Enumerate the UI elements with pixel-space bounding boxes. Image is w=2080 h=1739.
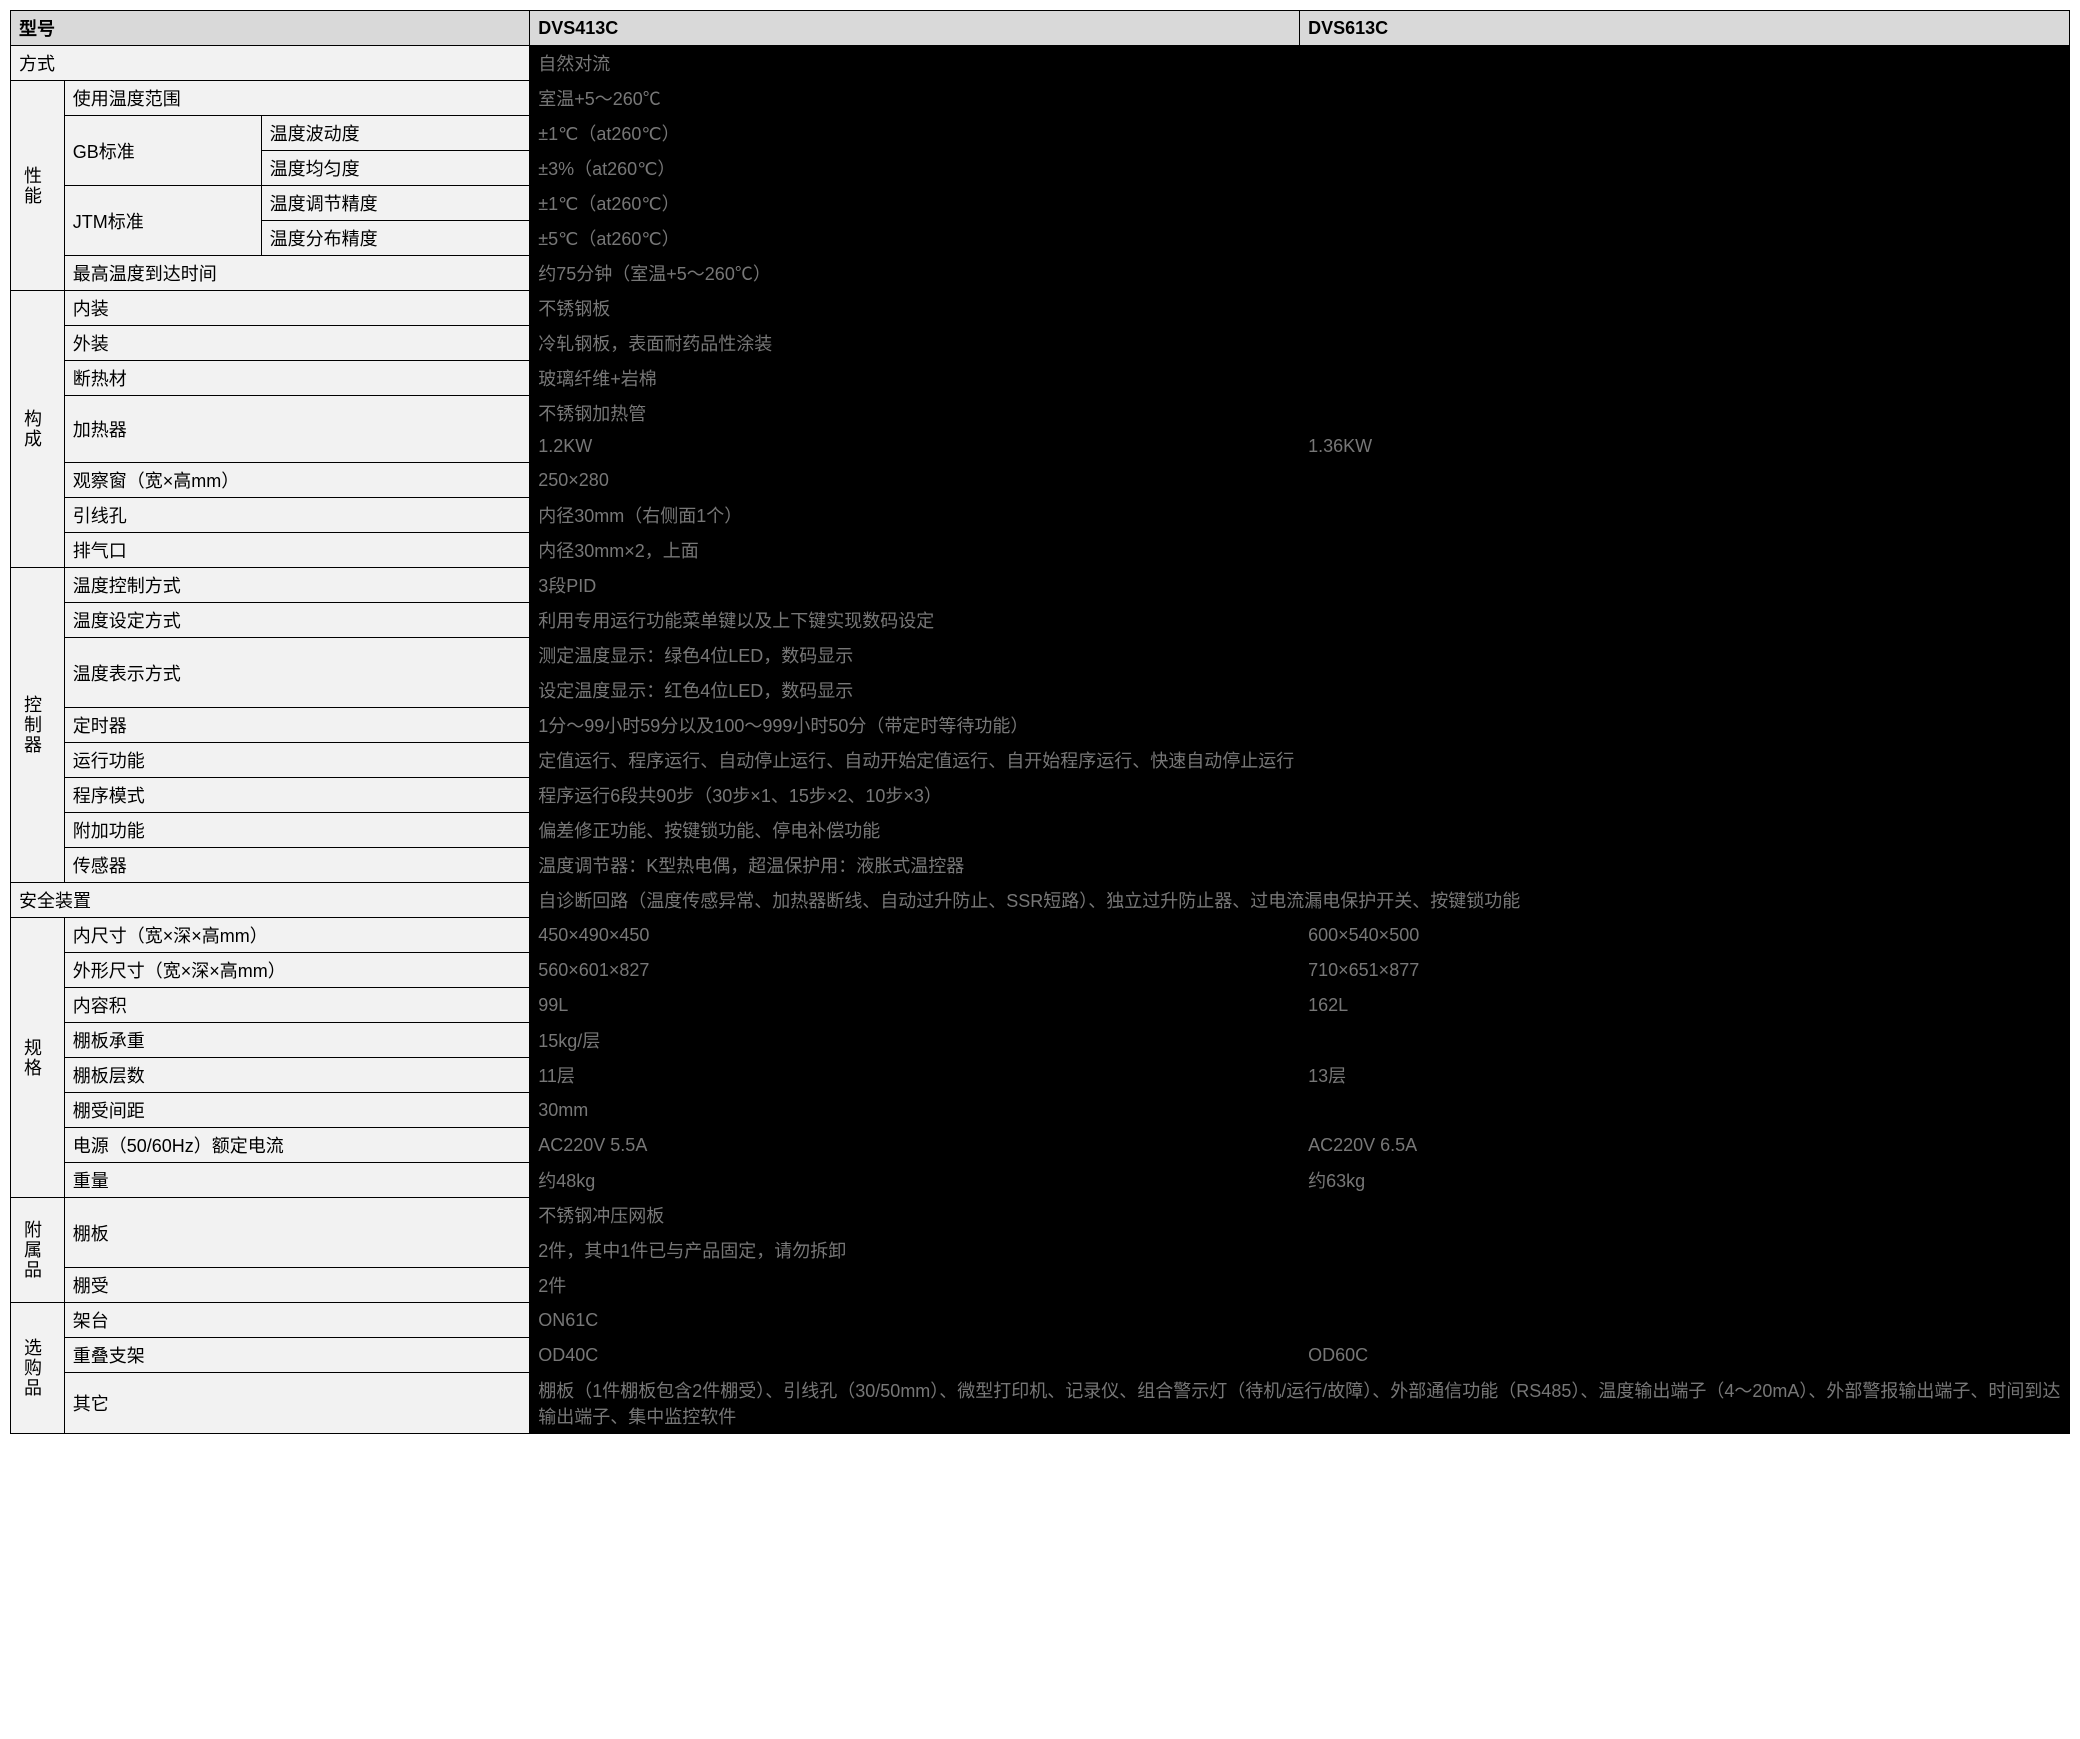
spec-vol-b: 162L bbox=[1300, 988, 2070, 1023]
spec-table: 型号 DVS413C DVS613C 方式 自然对流 性能 使用温度范围 室温+… bbox=[10, 10, 2070, 1434]
ctrl-sensor-label: 传感器 bbox=[64, 848, 530, 883]
header-col2: DVS613C bbox=[1300, 11, 2070, 46]
struct-outer-value: 冷轧钢板，表面耐药品性涂装 bbox=[530, 326, 2070, 361]
ctrl-set-label: 温度设定方式 bbox=[64, 603, 530, 638]
struct-leadhole-label: 引线孔 bbox=[64, 498, 530, 533]
struct-heater-v2a: 1.2KW bbox=[530, 431, 1300, 463]
struct-exhaust-value: 内径30mm×2，上面 bbox=[530, 533, 2070, 568]
acc-shelf-v2: 2件，其中1件已与产品固定，请勿拆卸 bbox=[530, 1233, 2070, 1268]
struct-inner-value: 不锈钢板 bbox=[530, 291, 2070, 326]
spec-outsize-b: 710×651×877 bbox=[1300, 953, 2070, 988]
spec-group: 规格 bbox=[11, 918, 65, 1198]
spec-shelfd-value: 30mm bbox=[530, 1093, 2070, 1128]
opt-stack-b: OD60C bbox=[1300, 1338, 2070, 1373]
method-value: 自然对流 bbox=[530, 46, 2070, 81]
spec-shelfn-label: 棚板层数 bbox=[64, 1058, 530, 1093]
spec-shelfw-label: 棚板承重 bbox=[64, 1023, 530, 1058]
perf-jtm-adj-value: ±1℃（at260℃） bbox=[530, 186, 2070, 221]
struct-group: 构成 bbox=[11, 291, 65, 568]
spec-insize-a: 450×490×450 bbox=[530, 918, 1300, 953]
ctrl-run-value: 定值运行、程序运行、自动停止运行、自动开始定值运行、自开始程序运行、快速自动停止… bbox=[530, 743, 2070, 778]
spec-shelfn-b: 13层 bbox=[1300, 1058, 2070, 1093]
opt-stack-a: OD40C bbox=[530, 1338, 1300, 1373]
ctrl-disp-v1: 测定温度显示：绿色4位LED，数码显示 bbox=[530, 638, 2070, 673]
opt-group: 选购品 bbox=[11, 1303, 65, 1434]
spec-weight-label: 重量 bbox=[64, 1163, 530, 1198]
struct-inner-label: 内装 bbox=[64, 291, 530, 326]
struct-heater-label: 加热器 bbox=[64, 396, 530, 463]
spec-insize-label: 内尺寸（宽×深×高mm） bbox=[64, 918, 530, 953]
ctrl-disp-v2: 设定温度显示：红色4位LED，数码显示 bbox=[530, 673, 2070, 708]
spec-shelfd-label: 棚受间距 bbox=[64, 1093, 530, 1128]
spec-outsize-label: 外形尺寸（宽×深×高mm） bbox=[64, 953, 530, 988]
perf-gb-unif-value: ±3%（at260℃） bbox=[530, 151, 2070, 186]
perf-temprange-value: 室温+5～260℃ bbox=[530, 81, 2070, 116]
acc-shelf-label: 棚板 bbox=[64, 1198, 530, 1268]
struct-outer-label: 外装 bbox=[64, 326, 530, 361]
struct-exhaust-label: 排气口 bbox=[64, 533, 530, 568]
spec-vol-a: 99L bbox=[530, 988, 1300, 1023]
ctrl-set-value: 利用专用运行功能菜单键以及上下键实现数码设定 bbox=[530, 603, 2070, 638]
header-col1: DVS413C bbox=[530, 11, 1300, 46]
spec-insize-b: 600×540×500 bbox=[1300, 918, 2070, 953]
perf-temprange-label: 使用温度范围 bbox=[64, 81, 530, 116]
spec-power-b: AC220V 6.5A bbox=[1300, 1128, 2070, 1163]
ctrl-group: 控制器 bbox=[11, 568, 65, 883]
opt-other-value: 棚板（1件棚板包含2件棚受）、引线孔（30/50mm）、微型打印机、记录仪、组合… bbox=[530, 1373, 2070, 1434]
perf-group: 性能 bbox=[11, 81, 65, 291]
spec-weight-b: 约63kg bbox=[1300, 1163, 2070, 1198]
ctrl-prog-label: 程序模式 bbox=[64, 778, 530, 813]
ctrl-method-label: 温度控制方式 bbox=[64, 568, 530, 603]
perf-jtm-dist-label: 温度分布精度 bbox=[261, 221, 530, 256]
acc-group: 附属品 bbox=[11, 1198, 65, 1303]
acc-rec-label: 棚受 bbox=[64, 1268, 530, 1303]
perf-gb-unif-label: 温度均匀度 bbox=[261, 151, 530, 186]
ctrl-run-label: 运行功能 bbox=[64, 743, 530, 778]
spec-shelfn-a: 11层 bbox=[530, 1058, 1300, 1093]
struct-window-value: 250×280 bbox=[530, 463, 2070, 498]
opt-stand-value: ON61C bbox=[530, 1303, 2070, 1338]
struct-insul-label: 断热材 bbox=[64, 361, 530, 396]
ctrl-add-value: 偏差修正功能、按键锁功能、停电补偿功能 bbox=[530, 813, 2070, 848]
perf-maxtime-value: 约75分钟（室温+5～260℃） bbox=[530, 256, 2070, 291]
ctrl-method-value: 3段PID bbox=[530, 568, 2070, 603]
struct-leadhole-value: 内径30mm（右侧面1个） bbox=[530, 498, 2070, 533]
perf-jtm-adj-label: 温度调节精度 bbox=[261, 186, 530, 221]
ctrl-sensor-value: 温度调节器：K型热电偶，超温保护用：液胀式温控器 bbox=[530, 848, 2070, 883]
spec-power-label: 电源（50/60Hz）额定电流 bbox=[64, 1128, 530, 1163]
safety-label: 安全装置 bbox=[11, 883, 530, 918]
perf-gb-fluct-value: ±1℃（at260℃） bbox=[530, 116, 2070, 151]
struct-window-label: 观察窗（宽×高mm） bbox=[64, 463, 530, 498]
header-model: 型号 bbox=[11, 11, 530, 46]
ctrl-disp-label: 温度表示方式 bbox=[64, 638, 530, 708]
perf-maxtime-label: 最高温度到达时间 bbox=[64, 256, 530, 291]
struct-heater-v2b: 1.36KW bbox=[1300, 431, 2070, 463]
opt-other-label: 其它 bbox=[64, 1373, 530, 1434]
spec-shelfw-value: 15kg/层 bbox=[530, 1023, 2070, 1058]
struct-insul-value: 玻璃纤维+岩棉 bbox=[530, 361, 2070, 396]
opt-stack-label: 重叠支架 bbox=[64, 1338, 530, 1373]
spec-weight-a: 约48kg bbox=[530, 1163, 1300, 1198]
spec-outsize-a: 560×601×827 bbox=[530, 953, 1300, 988]
safety-value: 自诊断回路（温度传感异常、加热器断线、自动过升防止、SSR短路）、独立过升防止器… bbox=[530, 883, 2070, 918]
opt-stand-label: 架台 bbox=[64, 1303, 530, 1338]
perf-gb-label: GB标准 bbox=[64, 116, 261, 186]
ctrl-add-label: 附加功能 bbox=[64, 813, 530, 848]
ctrl-timer-label: 定时器 bbox=[64, 708, 530, 743]
acc-shelf-v1: 不锈钢冲压网板 bbox=[530, 1198, 2070, 1233]
struct-heater-v1: 不锈钢加热管 bbox=[530, 396, 2070, 431]
perf-jtm-dist-value: ±5℃（at260℃） bbox=[530, 221, 2070, 256]
perf-jtm-label: JTM标准 bbox=[64, 186, 261, 256]
perf-gb-fluct-label: 温度波动度 bbox=[261, 116, 530, 151]
method-label: 方式 bbox=[11, 46, 530, 81]
ctrl-prog-value: 程序运行6段共90步（30步×1、15步×2、10步×3） bbox=[530, 778, 2070, 813]
ctrl-timer-value: 1分～99小时59分以及100～999小时50分（带定时等待功能） bbox=[530, 708, 2070, 743]
acc-rec-value: 2件 bbox=[530, 1268, 2070, 1303]
spec-vol-label: 内容积 bbox=[64, 988, 530, 1023]
spec-power-a: AC220V 5.5A bbox=[530, 1128, 1300, 1163]
